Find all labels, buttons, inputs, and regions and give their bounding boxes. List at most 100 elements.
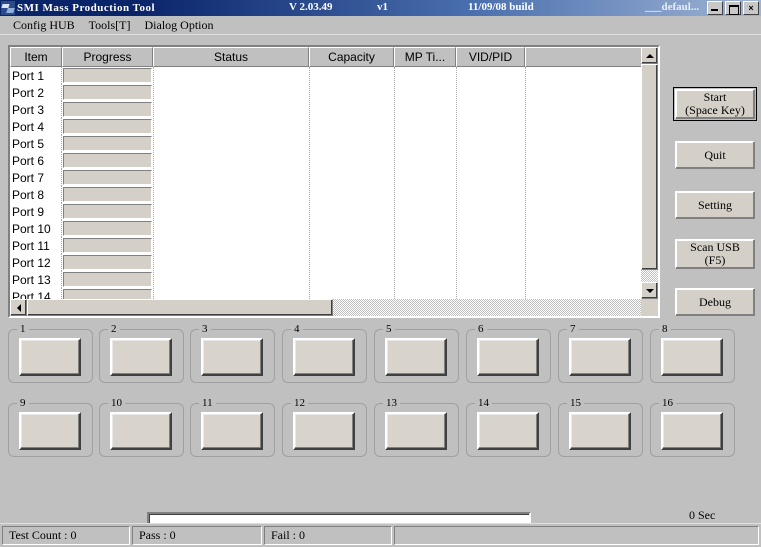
port-slot-5-label: 5 (383, 323, 395, 335)
port-slot-10-indicator[interactable] (110, 412, 172, 450)
version-label: V 2.03.49 (289, 1, 333, 13)
port-slot-6[interactable]: 6 (466, 323, 551, 383)
menu-item-config-hub[interactable]: Config HUB (6, 17, 82, 34)
scroll-down-icon[interactable] (641, 282, 658, 299)
table-row[interactable]: Port 10 (10, 220, 658, 237)
port-slot-3[interactable]: 3 (190, 323, 275, 383)
list-header-row: Item Progress Status Capacity MP Ti... V… (10, 47, 658, 67)
port-slot-13[interactable]: 13 (374, 397, 459, 457)
port-slot-14-indicator[interactable] (477, 412, 539, 450)
port-slot-14[interactable]: 14 (466, 397, 551, 457)
port-slot-8-label: 8 (659, 323, 671, 335)
minimize-icon[interactable] (707, 1, 723, 15)
scroll-left-icon[interactable] (10, 299, 27, 316)
port-slot-1[interactable]: 1 (8, 323, 93, 383)
port-slot-4[interactable]: 4 (282, 323, 367, 383)
port-slot-8-indicator[interactable] (661, 338, 723, 376)
scan-usb-button[interactable]: Scan USB (F5) (675, 239, 755, 269)
maximize-icon[interactable] (725, 1, 741, 15)
horizontal-scroll-track[interactable] (27, 299, 641, 316)
table-row[interactable]: Port 5 (10, 135, 658, 152)
table-row[interactable]: Port 12 (10, 254, 658, 271)
table-row[interactable]: Port 3 (10, 101, 658, 118)
port-slot-15[interactable]: 15 (558, 397, 643, 457)
vertical-scrollbar[interactable] (641, 47, 658, 299)
port-slot-7-indicator[interactable] (569, 338, 631, 376)
client-area: Item Progress Status Capacity MP Ti... V… (0, 34, 761, 547)
quit-button[interactable]: Quit (675, 141, 755, 169)
port-slot-7[interactable]: 7 (558, 323, 643, 383)
application-window: SMI Mass Production Tool V 2.03.49 v1 11… (0, 0, 761, 547)
close-icon[interactable]: × (743, 1, 759, 15)
port-name-cell: Port 1 (10, 67, 62, 84)
port-slot-4-label: 4 (291, 323, 303, 335)
port-slot-11[interactable]: 11 (190, 397, 275, 457)
port-slot-12[interactable]: 12 (282, 397, 367, 457)
port-slot-15-indicator[interactable] (569, 412, 631, 450)
port-slot-5-indicator[interactable] (385, 338, 447, 376)
port-slot-6-label: 6 (475, 323, 487, 335)
port-slot-13-indicator[interactable] (385, 412, 447, 450)
port-slot-2[interactable]: 2 (99, 323, 184, 383)
table-row[interactable]: Port 6 (10, 152, 658, 169)
port-slot-6-indicator[interactable] (477, 338, 539, 376)
table-row[interactable]: Port 14 (10, 288, 658, 299)
start-button-line2: (Space Key) (685, 103, 745, 117)
port-list[interactable]: Item Progress Status Capacity MP Ti... V… (8, 45, 660, 318)
column-header-status[interactable]: Status (153, 47, 309, 67)
setting-button[interactable]: Setting (675, 191, 755, 219)
menu-item-tools[interactable]: Tools[T] (82, 17, 138, 34)
port-slot-4-indicator[interactable] (293, 338, 355, 376)
setting-button-label: Setting (697, 197, 732, 212)
port-slot-10[interactable]: 10 (99, 397, 184, 457)
port-slot-9[interactable]: 9 (8, 397, 93, 457)
horizontal-scroll-thumb[interactable] (27, 299, 333, 316)
table-row[interactable]: Port 8 (10, 186, 658, 203)
port-slot-16-indicator[interactable] (661, 412, 723, 450)
progress-bar (63, 85, 152, 100)
port-slot-16[interactable]: 16 (650, 397, 735, 457)
progress-bar (63, 221, 152, 236)
port-slot-5[interactable]: 5 (374, 323, 459, 383)
title-bar: SMI Mass Production Tool V 2.03.49 v1 11… (0, 0, 761, 16)
menu-item-dialog-option[interactable]: Dialog Option (138, 17, 221, 34)
vertical-scroll-thumb[interactable] (641, 64, 658, 270)
port-slot-14-label: 14 (475, 397, 492, 409)
table-row[interactable]: Port 1 (10, 67, 658, 84)
port-slot-15-label: 15 (567, 397, 584, 409)
vertical-scroll-track[interactable] (641, 64, 658, 282)
column-header-item[interactable]: Item (10, 47, 62, 67)
port-slot-12-indicator[interactable] (293, 412, 355, 450)
port-slot-11-indicator[interactable] (201, 412, 263, 450)
elapsed-time-label: 0 Sec (689, 508, 716, 522)
table-row[interactable]: Port 9 (10, 203, 658, 220)
progress-bar (63, 170, 152, 185)
column-header-mp-time[interactable]: MP Ti... (394, 47, 456, 67)
build-date-label: 11/09/08 build (468, 1, 534, 13)
port-slot-3-indicator[interactable] (201, 338, 263, 376)
start-button[interactable]: Start (Space Key) (673, 87, 757, 121)
list-rows: Port 1 Port 2 Port 3 Port 4 Port 5 Port … (10, 67, 658, 299)
table-row[interactable]: Port 2 (10, 84, 658, 101)
table-row[interactable]: Port 7 (10, 169, 658, 186)
table-row[interactable]: Port 4 (10, 118, 658, 135)
column-header-progress[interactable]: Progress (62, 47, 153, 67)
port-name-cell: Port 12 (10, 254, 62, 271)
table-row[interactable]: Port 13 (10, 271, 658, 288)
port-slot-8[interactable]: 8 (650, 323, 735, 383)
scrollbar-corner (641, 299, 658, 316)
port-slot-9-indicator[interactable] (19, 412, 81, 450)
scroll-up-icon[interactable] (641, 47, 658, 64)
horizontal-scrollbar[interactable] (10, 299, 658, 316)
port-slot-2-indicator[interactable] (110, 338, 172, 376)
port-slot-10-label: 10 (108, 397, 125, 409)
debug-button[interactable]: Debug (675, 288, 755, 316)
column-header-capacity[interactable]: Capacity (309, 47, 394, 67)
port-slot-11-label: 11 (199, 397, 216, 409)
build-tag-label: v1 (377, 1, 388, 13)
table-row[interactable]: Port 11 (10, 237, 658, 254)
port-slot-1-indicator[interactable] (19, 338, 81, 376)
progress-bar (63, 272, 152, 287)
column-header-vid-pid[interactable]: VID/PID (456, 47, 525, 67)
column-header-blank[interactable] (525, 47, 658, 67)
